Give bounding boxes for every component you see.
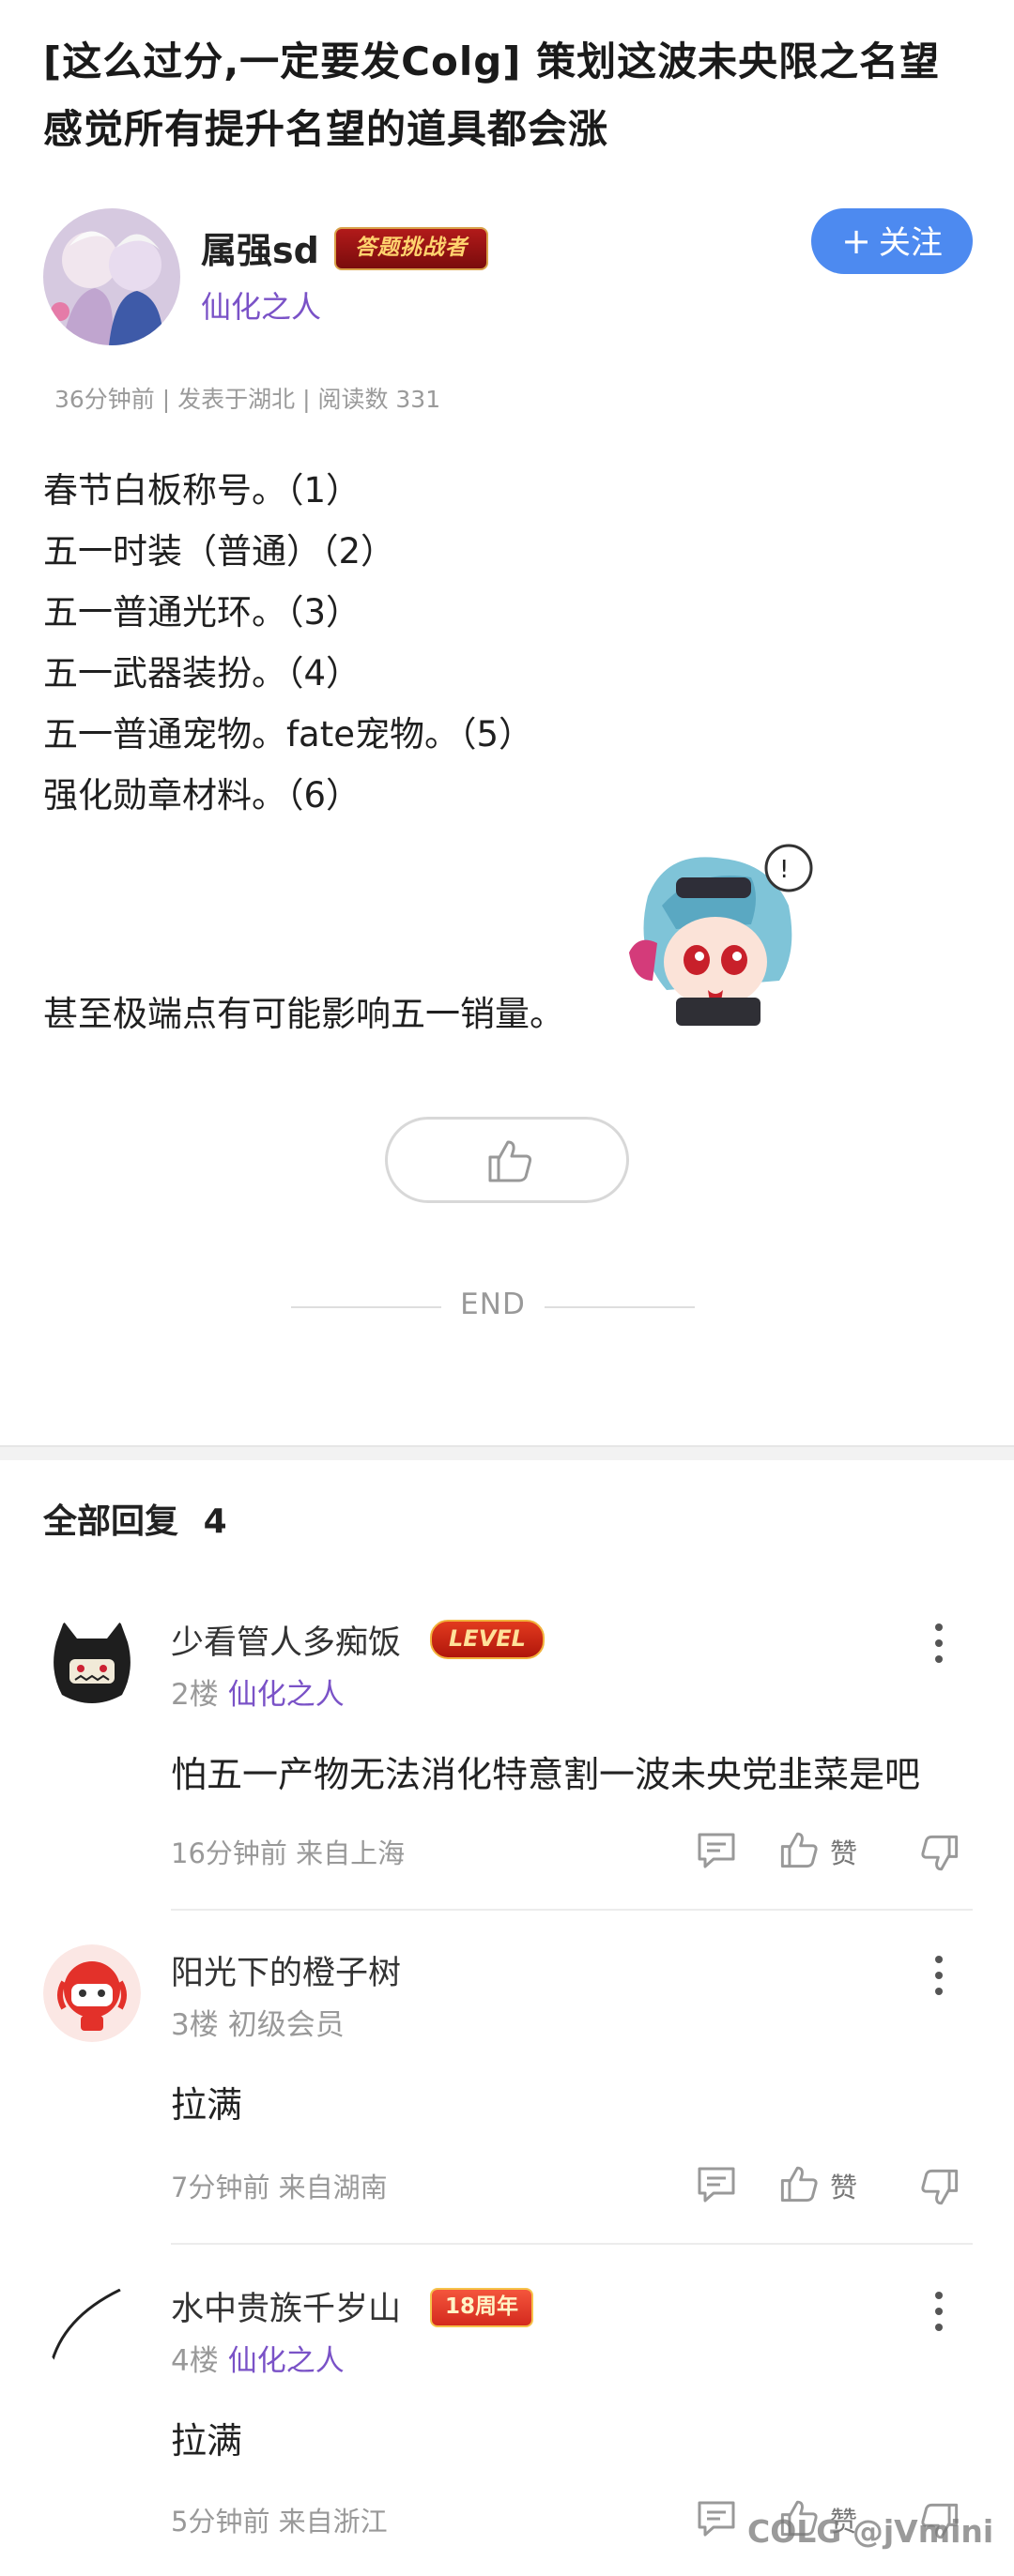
thumbs-up-icon [488,1140,532,1182]
plus-icon: + [841,221,871,262]
commenter-badge: LEVEL [430,1620,545,1659]
more-icon[interactable] [933,2292,945,2339]
comment-text: 拉满 [171,2084,243,2126]
like-label[interactable]: 赞 [830,2166,857,2205]
commenter-rank: 仙化之人 [227,2344,345,2378]
comment-text: 拉满 [171,2420,243,2462]
follow-button[interactable]: + 关注 [811,208,973,274]
commenter-avatar[interactable] [43,1944,141,2042]
more-icon[interactable] [933,1623,945,1670]
content-line: 春节白板称号。（1） [43,470,361,511]
commenter-badge: 18周年 [430,2288,534,2327]
thumbs-up-icon[interactable] [779,2164,819,2203]
author-avatar[interactable] [43,208,180,345]
comment-icon[interactable] [697,1832,736,1869]
post-meta: 36分钟前 | 发表于湖北 | 阅读数 331 [54,386,441,413]
post-title: [这么过分,一定要发Colg] 策划这波未央限之名望 感觉所有提升名望的道具都会… [43,38,941,152]
commenter-name[interactable]: 少看管人多痴饭 [171,1616,401,1664]
author-name[interactable]: 属强sd [201,221,319,273]
commenter-avatar[interactable] [43,1614,141,1712]
post-content: 春节白板称号。（1） 五一时装（普通）（2） 五一普通光环。（3） 五一武器装扮… [43,460,533,826]
commenter-name[interactable]: 阳光下的橙子树 [171,1946,401,1994]
commenter-rank: 仙化之人 [227,1678,345,1712]
replies-header: 全部回复 4 [43,1494,227,1543]
commenter-name[interactable]: 水中贵族千岁山 [171,2282,401,2330]
comment-floor-rank: 2楼 仙化之人 [171,1670,345,1713]
comment-time: 16分钟前 来自上海 [171,1837,406,1869]
content-line: 五一普通宠物。fate宠物。（5） [43,714,534,755]
commenter-avatar[interactable] [43,2280,141,2378]
replies-count: 4 [203,1502,227,1541]
floor-number: 2楼 [171,1678,219,1712]
commenter-rank: 初级会员 [227,2008,345,2042]
comment-floor-rank: 3楼 初级会员 [171,2001,345,2043]
follow-label: 关注 [878,224,943,262]
author-rank: 仙化之人 [201,289,322,325]
thumbs-down-icon[interactable] [920,1834,960,1873]
comment-icon[interactable] [697,2166,736,2203]
more-icon[interactable] [933,1956,945,2003]
comment-time: 5分钟前 来自浙江 [171,2506,388,2538]
thumbs-down-icon[interactable] [920,2168,960,2207]
floor-number: 3楼 [171,2008,219,2042]
end-marker: END [291,1288,695,1325]
end-divider-right [545,1306,695,1308]
author-badge: 答题挑战者 [334,227,488,270]
sticker-image: ! [610,840,819,1028]
post-like-button[interactable] [385,1117,629,1203]
content-line: 五一时装（普通）（2） [43,531,396,572]
comment-floor-rank: 4楼 仙化之人 [171,2337,345,2379]
comment-icon[interactable] [697,2500,736,2538]
comment-separator [171,2243,973,2245]
replies-title: 全部回复 [43,1502,179,1541]
watermark: COLG @jVmini [747,2513,994,2550]
content-line-last: 甚至极端点有可能影响五一销量。 [43,994,564,1034]
thumbs-up-icon[interactable] [779,1830,819,1869]
post-section: [这么过分,一定要发Colg] 策划这波未央限之名望 感觉所有提升名望的道具都会… [0,0,1014,1445]
comment-text: 怕五一产物无法消化特意割一波未央党韭菜是吧 [171,1754,921,1795]
content-line: 五一普通光环。（3） [43,592,361,633]
end-label: END [460,1288,526,1321]
comment-time: 7分钟前 来自湖南 [171,2172,388,2203]
content-line: 强化勋章材料。（6） [43,775,361,815]
svg-text:!: ! [779,856,789,884]
section-divider [0,1445,1014,1460]
comment-separator [171,1909,973,1911]
floor-number: 4楼 [171,2344,219,2378]
like-label[interactable]: 赞 [830,1832,857,1871]
content-line: 五一武器装扮。（4） [43,653,361,694]
